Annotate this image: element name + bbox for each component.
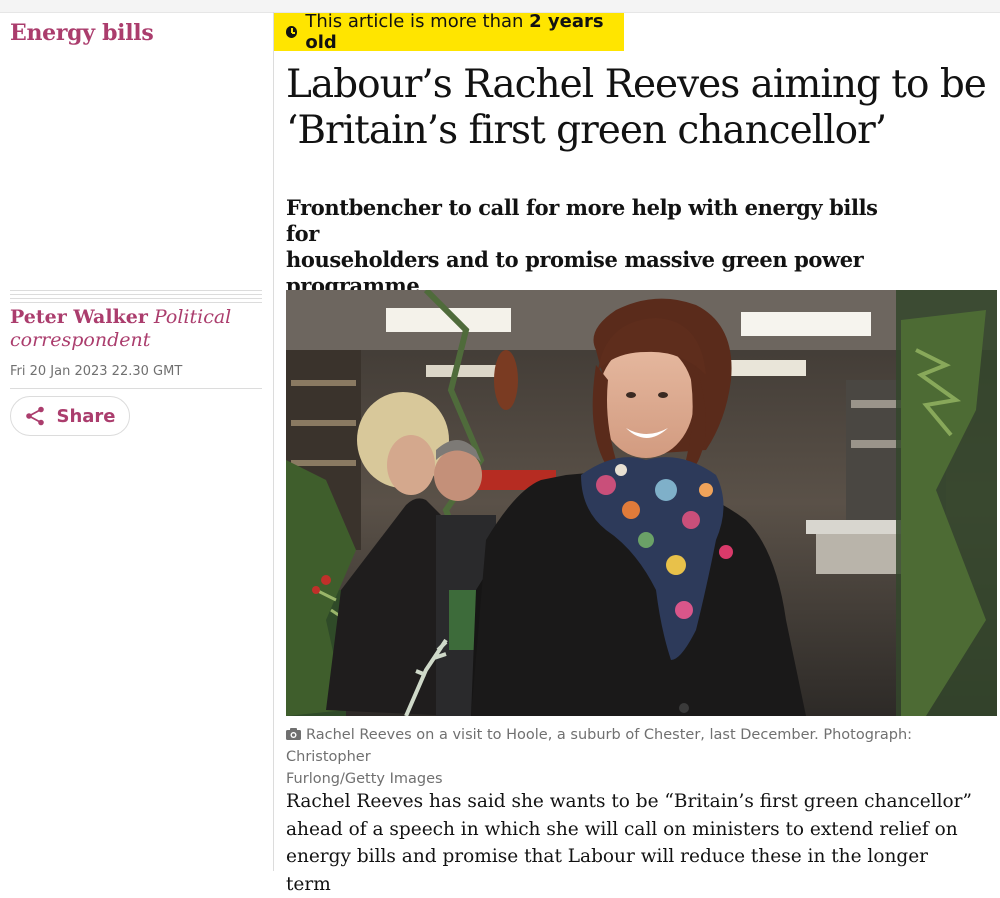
section-link-energy-bills[interactable]: Energy bills <box>10 20 154 46</box>
article-standfirst: Frontbencher to call for more help with … <box>286 195 886 299</box>
main-article-image[interactable] <box>286 290 997 716</box>
body-line-1: Rachel Reeves has said she wants to be “… <box>286 791 972 812</box>
photo-illustration <box>286 290 997 716</box>
author-name-link[interactable]: Peter Walker <box>10 306 148 328</box>
standfirst-line-2: householders and to promise massive gree… <box>286 247 864 272</box>
share-icon <box>26 406 45 426</box>
image-caption: Rachel Reeves on a visit to Hoole, a sub… <box>286 724 997 790</box>
share-label: Share <box>56 405 116 427</box>
share-button[interactable]: Share <box>10 396 130 436</box>
standfirst-line-1: Frontbencher to call for more help with … <box>286 195 878 246</box>
meta-divider <box>10 388 262 389</box>
caption-line-2: Furlong/Getty Images <box>286 771 443 787</box>
camera-icon <box>286 728 301 740</box>
article-age-text: This article is more than 2 years old <box>305 11 624 53</box>
byline-divider <box>10 290 262 306</box>
body-line-2: ahead of a speech in which she will call… <box>286 818 958 840</box>
article-body: Rachel Reeves has said she wants to be “… <box>286 788 976 898</box>
article-age-banner: This article is more than 2 years old <box>274 11 624 53</box>
body-line-3: energy bills and promise that Labour wil… <box>286 846 929 895</box>
clock-icon <box>286 26 298 38</box>
caption-line-1: Rachel Reeves on a visit to Hoole, a sub… <box>286 727 913 765</box>
headline-line-2: ‘Britain’s first green chancellor’ <box>286 108 887 153</box>
headline-line-1: Labour’s Rachel Reeves aiming to be <box>286 62 987 107</box>
article-age-prefix: This article is more than <box>305 11 530 32</box>
byline: Peter Walker Political correspondent <box>10 306 262 352</box>
column-divider <box>273 12 274 871</box>
article-headline: Labour’s Rachel Reeves aiming to be ‘Bri… <box>286 62 987 154</box>
publish-date[interactable]: Fri 20 Jan 2023 22.30 GMT <box>10 364 182 379</box>
